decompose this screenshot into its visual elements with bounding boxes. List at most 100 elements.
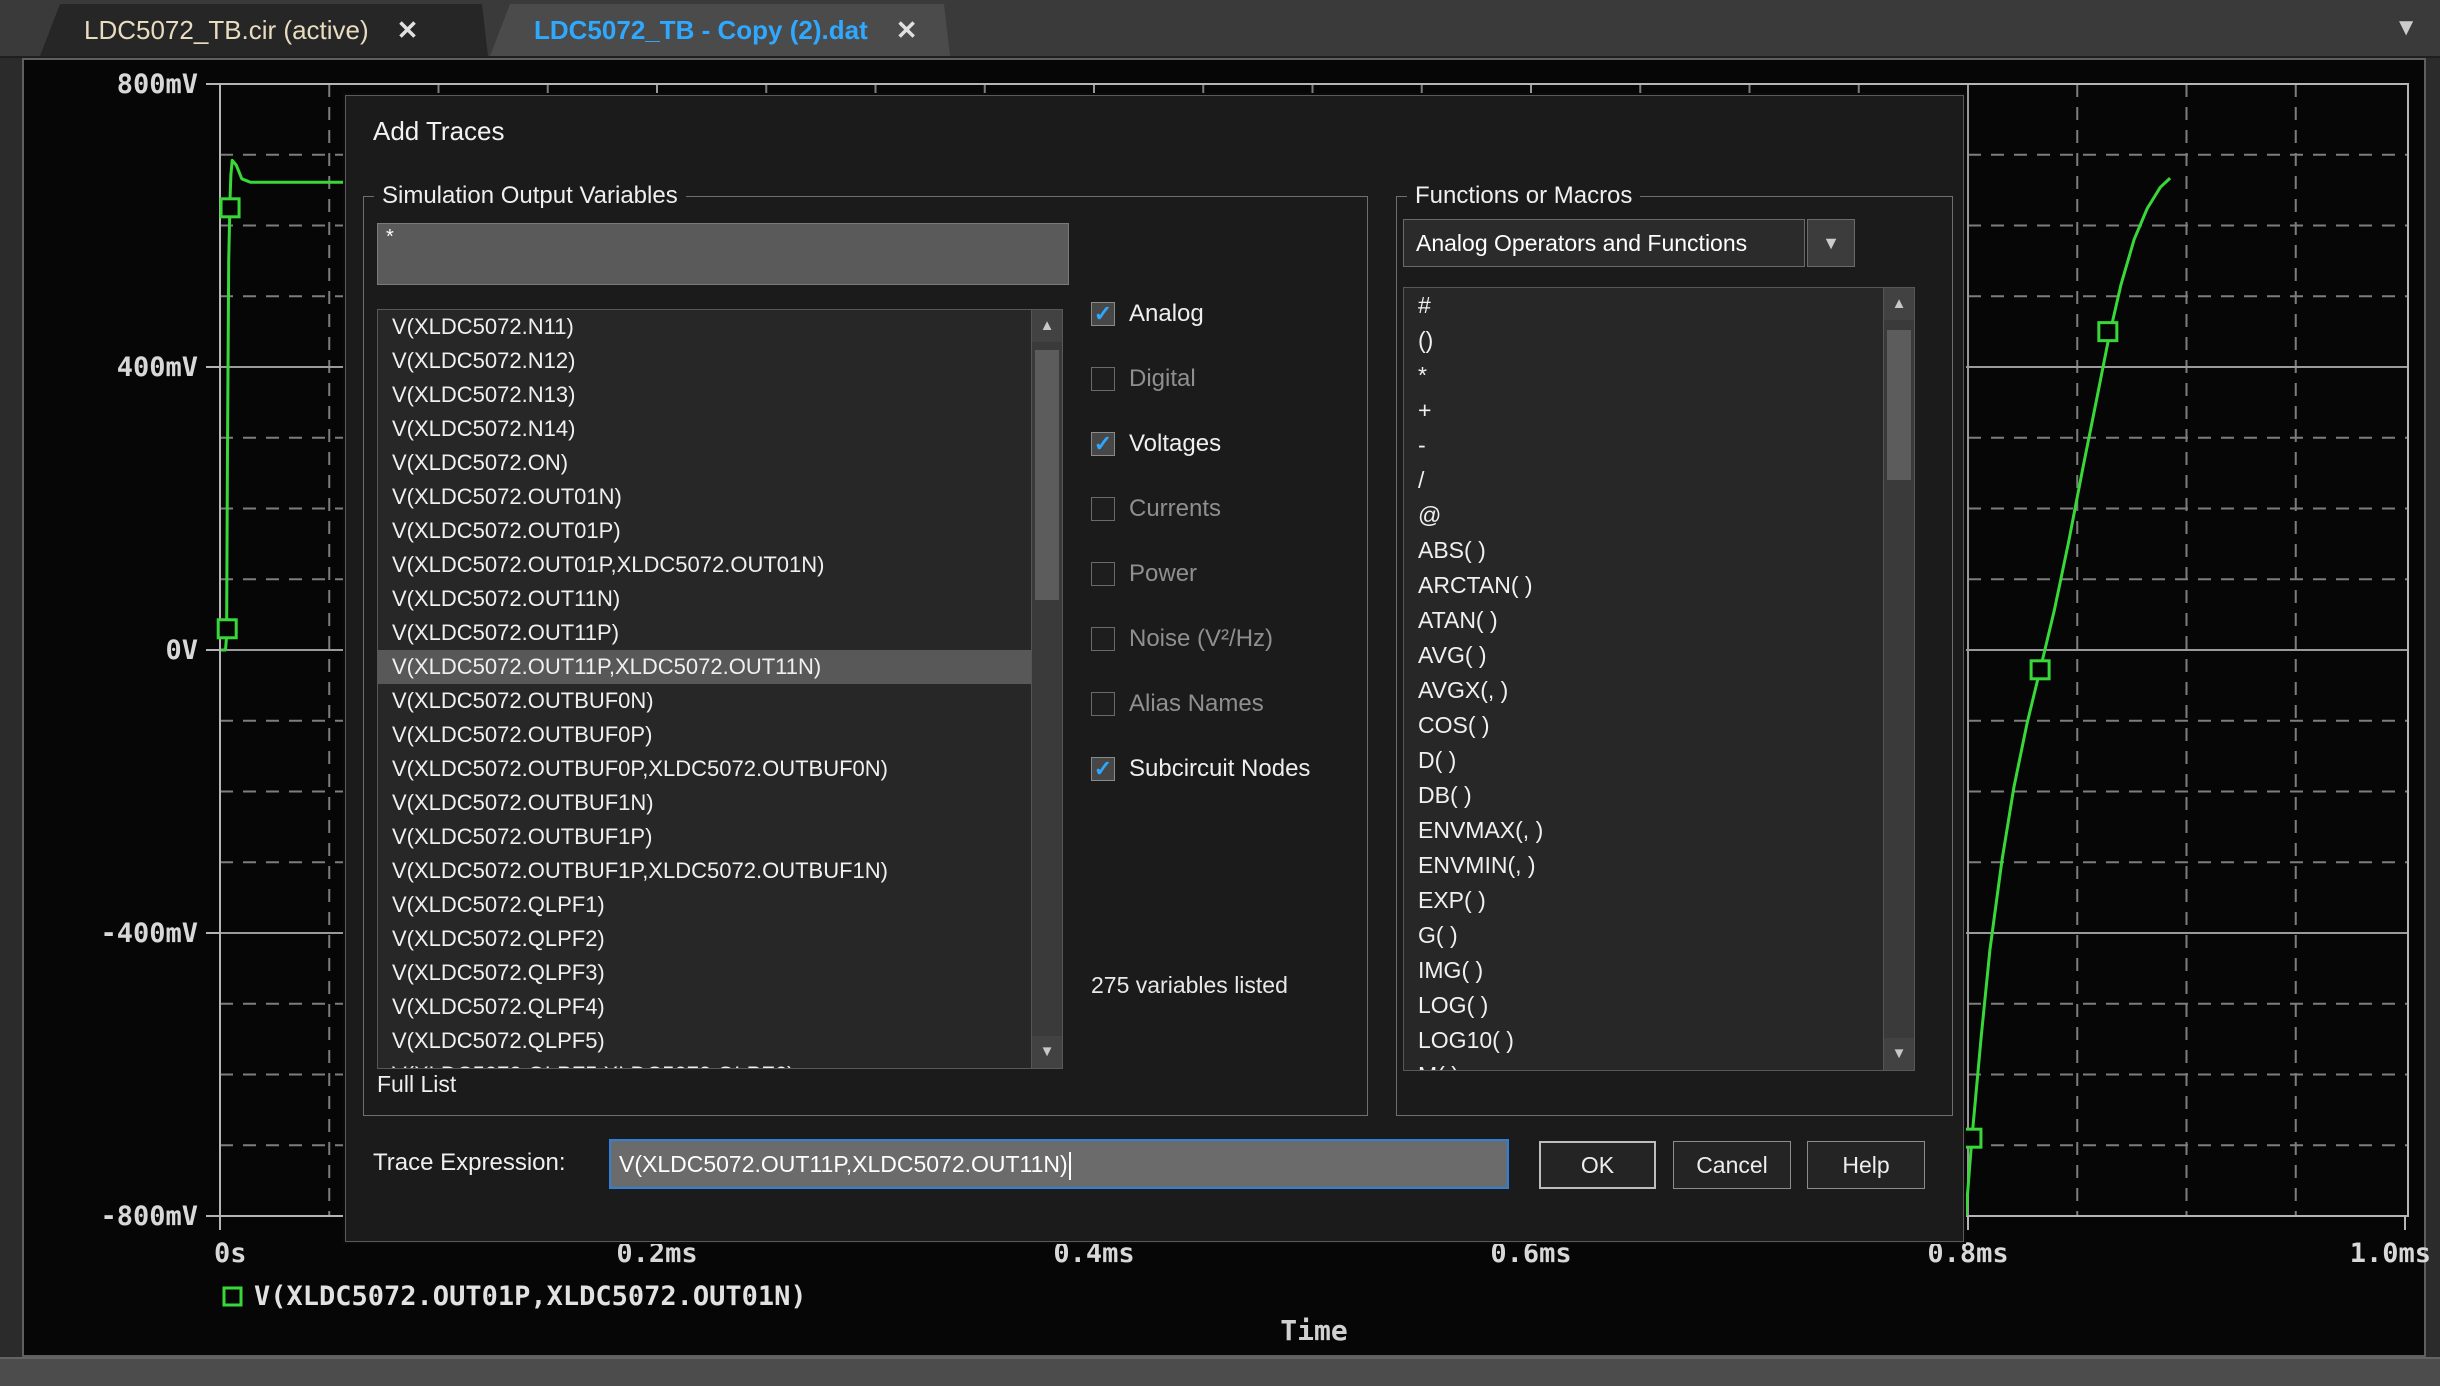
function-item[interactable]: /	[1404, 463, 1914, 498]
filter-checkbox-currents[interactable]: Currents	[1091, 494, 1221, 524]
variables-count-label: 275 variables listed	[1091, 972, 1288, 999]
variables-list[interactable]: V(XLDC5072.N11)V(XLDC5072.N12)V(XLDC5072…	[377, 309, 1063, 1069]
function-item[interactable]: ATAN( )	[1404, 603, 1914, 638]
variable-item[interactable]: V(XLDC5072.OUTBUF0N)	[378, 684, 1062, 718]
filter-checkbox-subcircuit-nodes[interactable]: ✓Subcircuit Nodes	[1091, 754, 1310, 784]
checkbox-label: Voltages	[1129, 430, 1221, 458]
filter-value: *	[386, 226, 394, 249]
variable-item[interactable]: V(XLDC5072.OUTBUF0P)	[378, 718, 1062, 752]
function-item[interactable]: +	[1404, 393, 1914, 428]
variable-item[interactable]: V(XLDC5072.OUT01P,XLDC5072.OUT01N)	[378, 548, 1062, 582]
functions-scrollbar[interactable]: ▲ ▼	[1883, 288, 1914, 1070]
variable-item[interactable]: V(XLDC5072.OUT11N)	[378, 582, 1062, 616]
scrollbar-thumb[interactable]	[1887, 330, 1911, 480]
function-item[interactable]: ABS( )	[1404, 533, 1914, 568]
function-item[interactable]: COS( )	[1404, 708, 1914, 743]
variable-item[interactable]: V(XLDC5072.QLPF4)	[378, 990, 1062, 1024]
filter-checkbox-noise-v-hz-[interactable]: Noise (V²/Hz)	[1091, 624, 1273, 654]
filter-checkbox-voltages[interactable]: ✓ Voltages	[1091, 429, 1221, 459]
trace-expression-input[interactable]: V(XLDC5072.OUT11P,XLDC5072.OUT11N)	[609, 1139, 1509, 1189]
function-item[interactable]: *	[1404, 358, 1914, 393]
filter-checkbox-alias-names[interactable]: Alias Names	[1091, 689, 1264, 719]
legend-label: V(XLDC5072.OUT01P,XLDC5072.OUT01N)	[254, 1281, 807, 1312]
function-item[interactable]: EXP( )	[1404, 883, 1914, 918]
function-item[interactable]: IMG( )	[1404, 953, 1914, 988]
scrollbar-thumb[interactable]	[1035, 350, 1059, 600]
dropdown-arrow-icon[interactable]: ▼	[1807, 219, 1855, 267]
checkbox-unchecked-icon[interactable]	[1091, 562, 1115, 586]
functions-category-dropdown[interactable]: Analog Operators and Functions	[1403, 219, 1805, 267]
functions-list[interactable]: #()*+-/@ABS( )ARCTAN( )ATAN( )AVG( )AVGX…	[1403, 287, 1915, 1071]
filter-checkbox-digital[interactable]: Digital	[1091, 364, 1196, 394]
cancel-button[interactable]: Cancel	[1673, 1141, 1791, 1189]
function-item[interactable]: DB( )	[1404, 778, 1914, 813]
variable-item[interactable]: V(XLDC5072.ON)	[378, 446, 1062, 480]
svg-text:800mV: 800mV	[117, 69, 198, 100]
checkbox-label: Alias Names	[1129, 690, 1264, 718]
checkbox-label: Noise (V²/Hz)	[1129, 625, 1273, 653]
help-button[interactable]: Help	[1807, 1141, 1925, 1189]
variable-item[interactable]: V(XLDC5072.N11)	[378, 310, 1062, 344]
variable-item[interactable]: V(XLDC5072.OUTBUF1P,XLDC5072.OUTBUF1N)	[378, 854, 1062, 888]
dialog-title: Add Traces	[373, 116, 505, 147]
variable-item[interactable]: V(XLDC5072.QLPF5)	[378, 1024, 1062, 1058]
text-cursor	[1069, 1152, 1071, 1180]
function-item[interactable]: #	[1404, 288, 1914, 323]
function-item[interactable]: LOG( )	[1404, 988, 1914, 1023]
function-item[interactable]: LOG10( )	[1404, 1023, 1914, 1058]
checkbox-unchecked-icon[interactable]	[1091, 692, 1115, 716]
svg-text:0.4ms: 0.4ms	[1053, 1238, 1134, 1269]
variable-item[interactable]: V(XLDC5072.OUT11P,XLDC5072.OUT11N)	[378, 650, 1062, 684]
function-item[interactable]: AVG( )	[1404, 638, 1914, 673]
function-item[interactable]: AVGX(, )	[1404, 673, 1914, 708]
function-item[interactable]: ARCTAN( )	[1404, 568, 1914, 603]
function-item[interactable]: @	[1404, 498, 1914, 533]
checkbox-label: Digital	[1129, 365, 1196, 393]
variable-item[interactable]: V(XLDC5072.QLPF3)	[378, 956, 1062, 990]
variable-filter-input[interactable]: *	[377, 223, 1069, 285]
variable-item[interactable]: V(XLDC5072.QLPF2)	[378, 922, 1062, 956]
variable-item[interactable]: V(XLDC5072.OUT11P)	[378, 616, 1062, 650]
variable-item[interactable]: V(XLDC5072.OUT01P)	[378, 514, 1062, 548]
checkbox-unchecked-icon[interactable]	[1091, 367, 1115, 391]
scroll-up-icon[interactable]: ▲	[1884, 288, 1914, 320]
variable-item[interactable]: V(XLDC5072.QLPF5,XLDC5072.QLPF6)	[378, 1058, 1062, 1069]
svg-text:400mV: 400mV	[117, 352, 198, 383]
variable-item[interactable]: V(XLDC5072.OUTBUF1N)	[378, 786, 1062, 820]
checkbox-unchecked-icon[interactable]	[1091, 497, 1115, 521]
checkbox-checked-icon[interactable]: ✓	[1091, 432, 1115, 456]
function-item[interactable]: D( )	[1404, 743, 1914, 778]
svg-text:0.6ms: 0.6ms	[1490, 1238, 1571, 1269]
scroll-down-icon[interactable]: ▼	[1032, 1036, 1062, 1068]
scroll-up-icon[interactable]: ▲	[1032, 310, 1062, 342]
variables-scrollbar[interactable]: ▲ ▼	[1031, 310, 1062, 1068]
variable-item[interactable]: V(XLDC5072.N12)	[378, 344, 1062, 378]
svg-text:0.2ms: 0.2ms	[616, 1238, 697, 1269]
variable-item[interactable]: V(XLDC5072.OUTBUF1P)	[378, 820, 1062, 854]
function-item[interactable]: G( )	[1404, 918, 1914, 953]
filter-checkbox-analog[interactable]: ✓ Analog	[1091, 299, 1204, 329]
function-item[interactable]: ENVMIN(, )	[1404, 848, 1914, 883]
variable-item[interactable]: V(XLDC5072.N14)	[378, 412, 1062, 446]
x-axis-title: Time	[1280, 1314, 1347, 1347]
variable-item[interactable]: V(XLDC5072.N13)	[378, 378, 1062, 412]
function-item[interactable]: ()	[1404, 323, 1914, 358]
svg-text:-400mV: -400mV	[100, 918, 198, 949]
function-item[interactable]: -	[1404, 428, 1914, 463]
ok-button[interactable]: OK	[1539, 1141, 1656, 1189]
function-item[interactable]: ENVMAX(, )	[1404, 813, 1914, 848]
svg-text:-800mV: -800mV	[100, 1201, 198, 1232]
checkbox-checked-icon[interactable]: ✓	[1091, 757, 1115, 781]
add-traces-dialog: Add Traces Simulation Output Variables *…	[345, 95, 1964, 1242]
variable-item[interactable]: V(XLDC5072.QLPF1)	[378, 888, 1062, 922]
variable-item[interactable]: V(XLDC5072.OUTBUF0P,XLDC5072.OUTBUF0N)	[378, 752, 1062, 786]
scroll-down-icon[interactable]: ▼	[1884, 1038, 1914, 1070]
checkbox-checked-icon[interactable]: ✓	[1091, 302, 1115, 326]
filter-checkbox-power[interactable]: Power	[1091, 559, 1197, 589]
variable-item[interactable]: V(XLDC5072.OUT01N)	[378, 480, 1062, 514]
checkbox-label: Analog	[1129, 300, 1204, 328]
svg-text:0s: 0s	[214, 1238, 247, 1269]
checkbox-unchecked-icon[interactable]	[1091, 627, 1115, 651]
function-item[interactable]: M( )	[1404, 1058, 1914, 1071]
svg-text:0.8ms: 0.8ms	[1927, 1238, 2008, 1269]
